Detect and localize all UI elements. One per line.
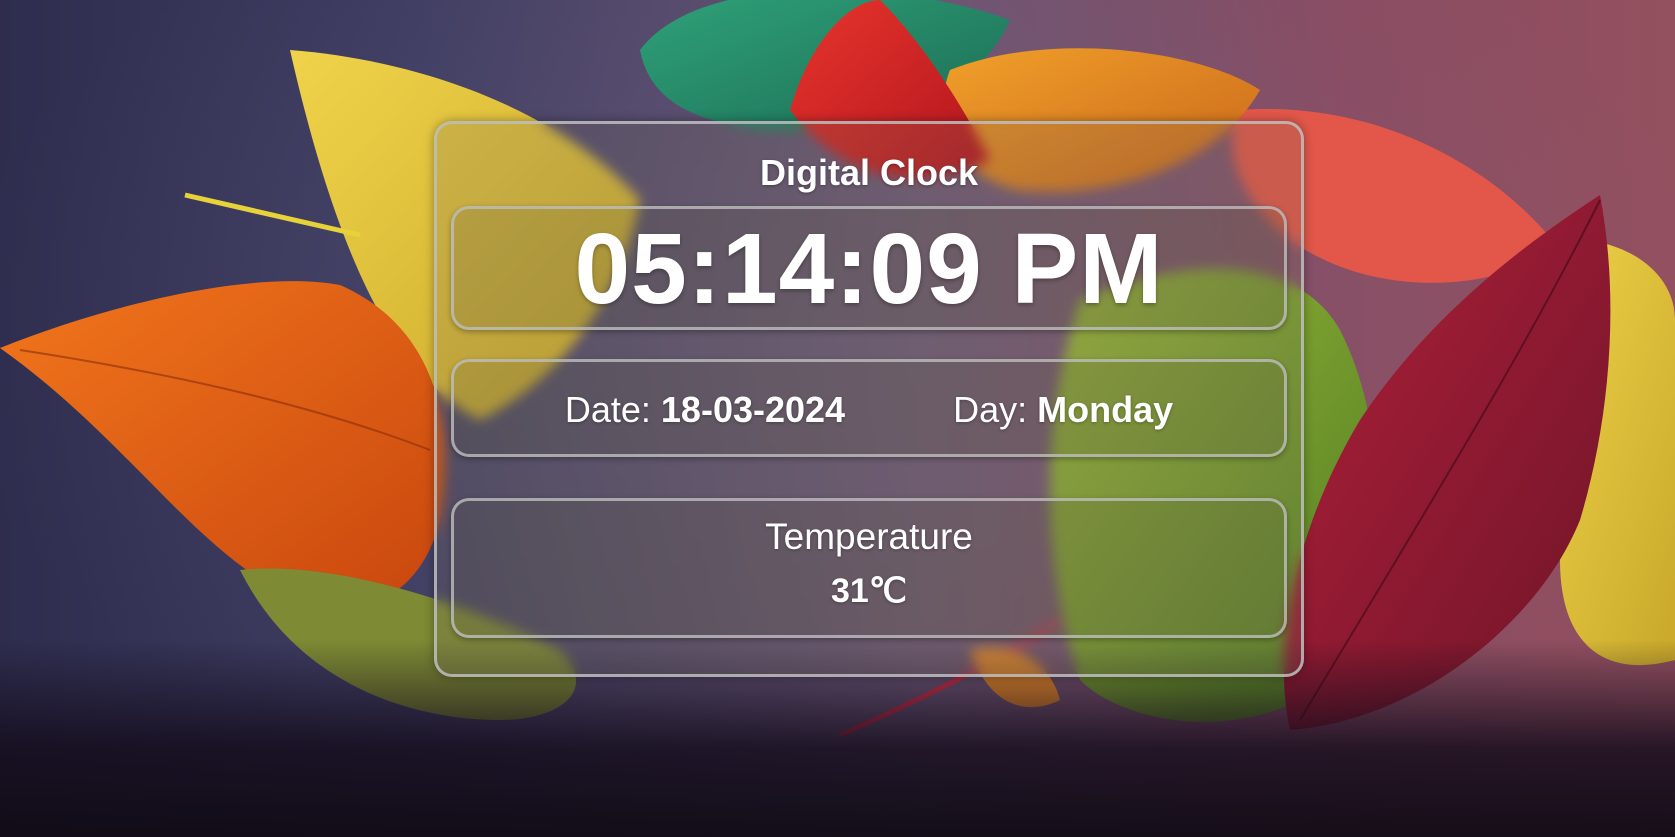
temperature-panel: Temperature 31℃ bbox=[451, 498, 1287, 638]
current-time: 05:14:09 PM bbox=[574, 213, 1164, 325]
date-label: Date: bbox=[564, 389, 651, 430]
day-value: Monday bbox=[1037, 389, 1174, 430]
temperature-label: Temperature bbox=[765, 516, 973, 557]
digital-clock-card: Digital Clock 05:14:09 PM Date: 18-03-20… bbox=[434, 121, 1304, 677]
day-group: Day: Monday bbox=[953, 390, 1173, 430]
day-label: Day: bbox=[953, 389, 1028, 430]
clock-title: Digital Clock bbox=[759, 152, 979, 193]
date-day-panel: Date: 18-03-2024 Day: Monday bbox=[451, 359, 1287, 457]
date-value: 18-03-2024 bbox=[660, 389, 846, 430]
date-day-row: Date: 18-03-2024 Day: Monday bbox=[454, 390, 1284, 430]
date-group: Date: 18-03-2024 bbox=[565, 390, 845, 430]
time-panel: 05:14:09 PM bbox=[451, 206, 1287, 330]
temperature-value: 31℃ bbox=[830, 572, 907, 610]
